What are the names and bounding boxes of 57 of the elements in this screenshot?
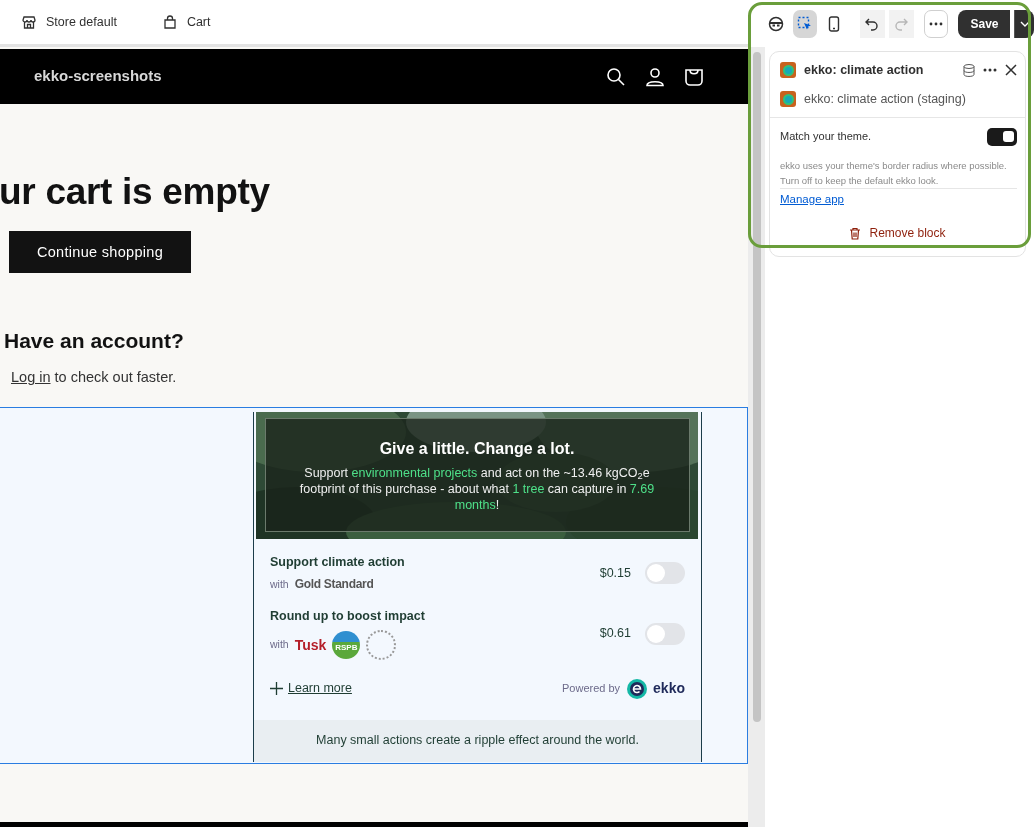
app-icon — [780, 91, 796, 108]
app-name: ekko: climate action (staging) — [804, 90, 966, 108]
scrollbar-thumb[interactable] — [752, 52, 761, 722]
banner-title: Give a little. Change a lot. — [379, 439, 575, 460]
search-icon[interactable] — [606, 66, 626, 87]
option-toggle[interactable] — [645, 622, 685, 645]
plus-icon[interactable] — [270, 682, 283, 696]
partner-logo-icon — [366, 630, 397, 661]
learn-more-link[interactable]: Learn more — [288, 679, 352, 698]
ekko-logo-text: ekko — [653, 679, 685, 699]
block-title: ekko: climate action — [804, 62, 925, 79]
mobile-icon — [827, 15, 840, 32]
option-title: Round up to boost impact — [270, 608, 426, 626]
app-icon — [780, 62, 796, 79]
manage-app-link[interactable]: Manage app — [780, 192, 844, 205]
account-icon[interactable] — [645, 66, 665, 87]
scrollbar[interactable] — [748, 47, 765, 827]
widget-footer: Many small actions create a ripple effect around the world. — [254, 719, 701, 762]
page-heading: ur cart is empty — [0, 170, 271, 214]
database-icon[interactable] — [963, 63, 975, 77]
page-selector[interactable]: Cart — [186, 12, 211, 32]
redo-icon — [894, 16, 909, 31]
more-icon[interactable] — [983, 68, 997, 73]
save-button[interactable]: Save — [958, 9, 1011, 38]
ekko-logo-icon — [627, 678, 648, 699]
login-link[interactable]: Log in — [11, 368, 51, 385]
selected-block-outline[interactable] — [0, 406, 748, 764]
continue-shopping-button[interactable]: Continue shopping — [9, 231, 191, 274]
price: $0.15 — [599, 564, 631, 582]
caret-icon — [1019, 20, 1030, 27]
with-label: with — [270, 637, 289, 653]
inspector-icon — [768, 15, 785, 32]
partner-logo: Tusk — [294, 635, 327, 655]
with-label: with — [270, 576, 289, 592]
account-heading: Have an account? — [4, 328, 185, 355]
theme-toggle[interactable] — [987, 127, 1017, 146]
banner-text: Support environmental projects and act on the ~13.46 kgCO$_{2}$e footprint of this purchase - about what 1 tree can capture in 7.69 months! — [298, 465, 656, 514]
setting-label: Match your theme. — [780, 129, 872, 145]
select-tool[interactable] — [792, 9, 818, 38]
close-icon[interactable] — [1005, 64, 1017, 77]
partner-logo: RSPB — [332, 631, 361, 660]
store-icon — [22, 15, 36, 29]
setting-help-text: ekko uses your theme's border radius where possible. Turn off to keep the default ekko look. — [780, 157, 1017, 189]
more-icon — [929, 21, 943, 26]
option-title: Support climate action — [270, 553, 406, 571]
option-toggle[interactable] — [645, 562, 685, 584]
login-text: Log in to check out faster. — [11, 367, 178, 387]
partner-logo: Gold Standard — [294, 576, 374, 594]
undo-icon — [865, 16, 880, 31]
price: $0.61 — [599, 625, 631, 643]
store-selector[interactable]: Store default — [46, 12, 117, 32]
undo-tool[interactable] — [860, 9, 885, 38]
trash-icon[interactable] — [849, 226, 862, 240]
cart-icon[interactable] — [684, 66, 704, 87]
remove-block-button[interactable]: Remove block — [869, 224, 946, 242]
powered-by-label: Powered by — [562, 681, 621, 697]
bag-icon — [162, 15, 177, 29]
